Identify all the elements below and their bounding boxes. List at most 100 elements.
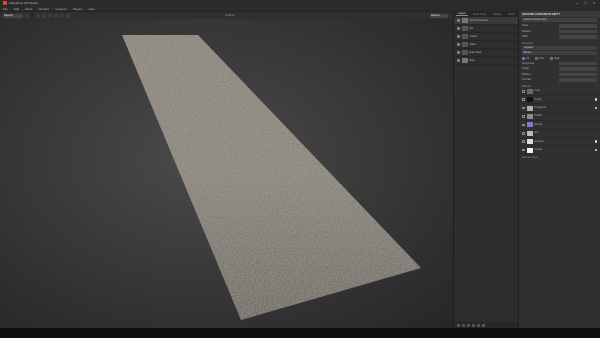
channel-checkbox[interactable]: [522, 140, 525, 143]
channel-swatch[interactable]: [526, 122, 533, 128]
visibility-eye-icon[interactable]: [457, 27, 460, 30]
radio-option[interactable]: Paint: [534, 56, 544, 60]
add-folder-icon[interactable]: [477, 323, 480, 327]
layer-item[interactable]: Base: [454, 57, 518, 65]
channel-row[interactable]: Roughness: [519, 104, 600, 113]
menu-file[interactable]: File: [3, 7, 8, 11]
add-fill-layer-icon[interactable]: [462, 323, 465, 327]
channel-checkbox[interactable]: [522, 123, 525, 127]
property-label: Rotation: [522, 29, 531, 33]
channel-name: Normal: [534, 123, 542, 126]
layer-item[interactable]: Dirt: [454, 25, 518, 33]
tab-texture-set[interactable]: Texture Set: [471, 13, 488, 16]
ground-plane-texture: [122, 35, 421, 320]
property-label: Offset: [522, 35, 529, 39]
properties-footer: Material opacity: [522, 156, 539, 159]
radio-option[interactable]: Mask: [550, 56, 560, 60]
visibility-eye-icon[interactable]: [457, 59, 460, 62]
layer-item[interactable]: Edge Wear: [454, 49, 518, 57]
viewport-canvas[interactable]: [0, 19, 453, 328]
property-slider[interactable]: [559, 61, 597, 66]
layer-item[interactable]: Ground Concrete: [454, 17, 518, 25]
maximize-icon[interactable]: □: [584, 1, 586, 5]
clone-tool-icon[interactable]: [60, 13, 64, 18]
add-mask-icon[interactable]: [467, 323, 470, 327]
channel-name: Color: [534, 90, 541, 93]
channel-dot: [594, 98, 597, 101]
property-slider[interactable]: [559, 35, 597, 39]
property-slider[interactable]: [559, 72, 597, 77]
tab-shelf[interactable]: Shelf: [506, 13, 516, 16]
channel-dot: [595, 90, 598, 93]
tab-layers[interactable]: Layers: [456, 12, 468, 16]
property-label: Height: [522, 67, 529, 71]
tab-display[interactable]: Display: [491, 13, 504, 16]
channel-checkbox[interactable]: [522, 115, 525, 118]
projection-select[interactable]: Tri-planar: [522, 45, 597, 50]
projection-tool-icon[interactable]: [42, 13, 46, 18]
property-slider[interactable]: [559, 78, 597, 82]
channel-row[interactable]: Opacity: [519, 146, 600, 155]
3d-viewport[interactable]: [0, 19, 453, 328]
channel-checkbox[interactable]: [522, 98, 525, 101]
layer-thumbnail: [461, 58, 468, 63]
menu-edit[interactable]: Edit: [14, 7, 19, 11]
channel-row[interactable]: Height: [519, 96, 600, 105]
smudge-tool-icon[interactable]: [54, 13, 58, 18]
polygon-fill-icon[interactable]: [48, 13, 52, 18]
channel-swatch[interactable]: [526, 139, 533, 145]
layer-name: Cracks: [469, 35, 477, 38]
material-field[interactable]: Ground Concrete Dirty: [522, 18, 597, 22]
picker-tool-icon[interactable]: [66, 13, 70, 18]
minimize-icon[interactable]: –: [576, 1, 578, 5]
channel-checkbox[interactable]: [522, 132, 525, 135]
channel-checkbox[interactable]: [522, 148, 525, 152]
channel-swatch[interactable]: [526, 130, 533, 136]
channel-row[interactable]: Normal: [519, 121, 600, 130]
channel-checkbox[interactable]: [522, 106, 525, 110]
brush-tool-icon[interactable]: [25, 13, 29, 18]
visibility-eye-icon[interactable]: [457, 51, 460, 54]
channel-checkbox[interactable]: [522, 90, 525, 93]
view-mode-select[interactable]: Material: [430, 14, 448, 18]
radio-selected-icon: [522, 56, 525, 60]
property-slider[interactable]: [559, 24, 597, 28]
visibility-eye-icon[interactable]: [457, 35, 460, 38]
channel-swatch[interactable]: [526, 88, 533, 94]
add-layer-icon[interactable]: [457, 323, 460, 327]
channel-row[interactable]: Emissive: [519, 138, 600, 147]
delete-layer-icon[interactable]: [482, 323, 485, 327]
visibility-eye-icon[interactable]: [457, 19, 460, 22]
properties-title: GROUND CONCRETE DIRTY: [519, 11, 600, 17]
add-effect-icon[interactable]: [472, 323, 475, 327]
menu-viewport[interactable]: Viewport: [55, 7, 67, 11]
eraser-tool-icon[interactable]: [36, 13, 40, 18]
menu-window[interactable]: Window: [39, 7, 50, 11]
layer-item[interactable]: Cracks: [454, 33, 518, 41]
channel-swatch[interactable]: [526, 113, 533, 119]
layer-thumbnail: [461, 42, 468, 47]
visibility-eye-icon[interactable]: [457, 43, 460, 46]
properties-panel: GROUND CONCRETE DIRTY Ground Concrete Di…: [518, 11, 600, 328]
os-taskbar: [0, 328, 600, 338]
filtering-select[interactable]: Bilinear: [522, 50, 597, 55]
property-slider[interactable]: [559, 29, 597, 33]
channel-swatch[interactable]: [526, 105, 533, 111]
radio-icon: [550, 56, 554, 60]
property-slider[interactable]: [559, 67, 597, 71]
channel-row[interactable]: Color: [519, 88, 600, 96]
menu-help[interactable]: Help: [89, 7, 95, 11]
radio-icon: [534, 56, 538, 60]
channel-row[interactable]: AO: [519, 130, 600, 138]
radio-option[interactable]: Fill: [522, 56, 529, 60]
channel-swatch[interactable]: [526, 97, 533, 103]
channel-swatch[interactable]: [526, 147, 533, 153]
channel-row[interactable]: Metallic: [519, 113, 600, 122]
close-icon[interactable]: ×: [593, 1, 595, 5]
mode-select[interactable]: Material: [3, 13, 23, 18]
menu-mode[interactable]: Mode: [25, 7, 33, 11]
layer-name: Base: [469, 59, 475, 62]
menu-plugins[interactable]: Plugins: [73, 7, 83, 11]
channel-dot: [594, 148, 597, 152]
layer-item[interactable]: Stains: [454, 41, 518, 49]
